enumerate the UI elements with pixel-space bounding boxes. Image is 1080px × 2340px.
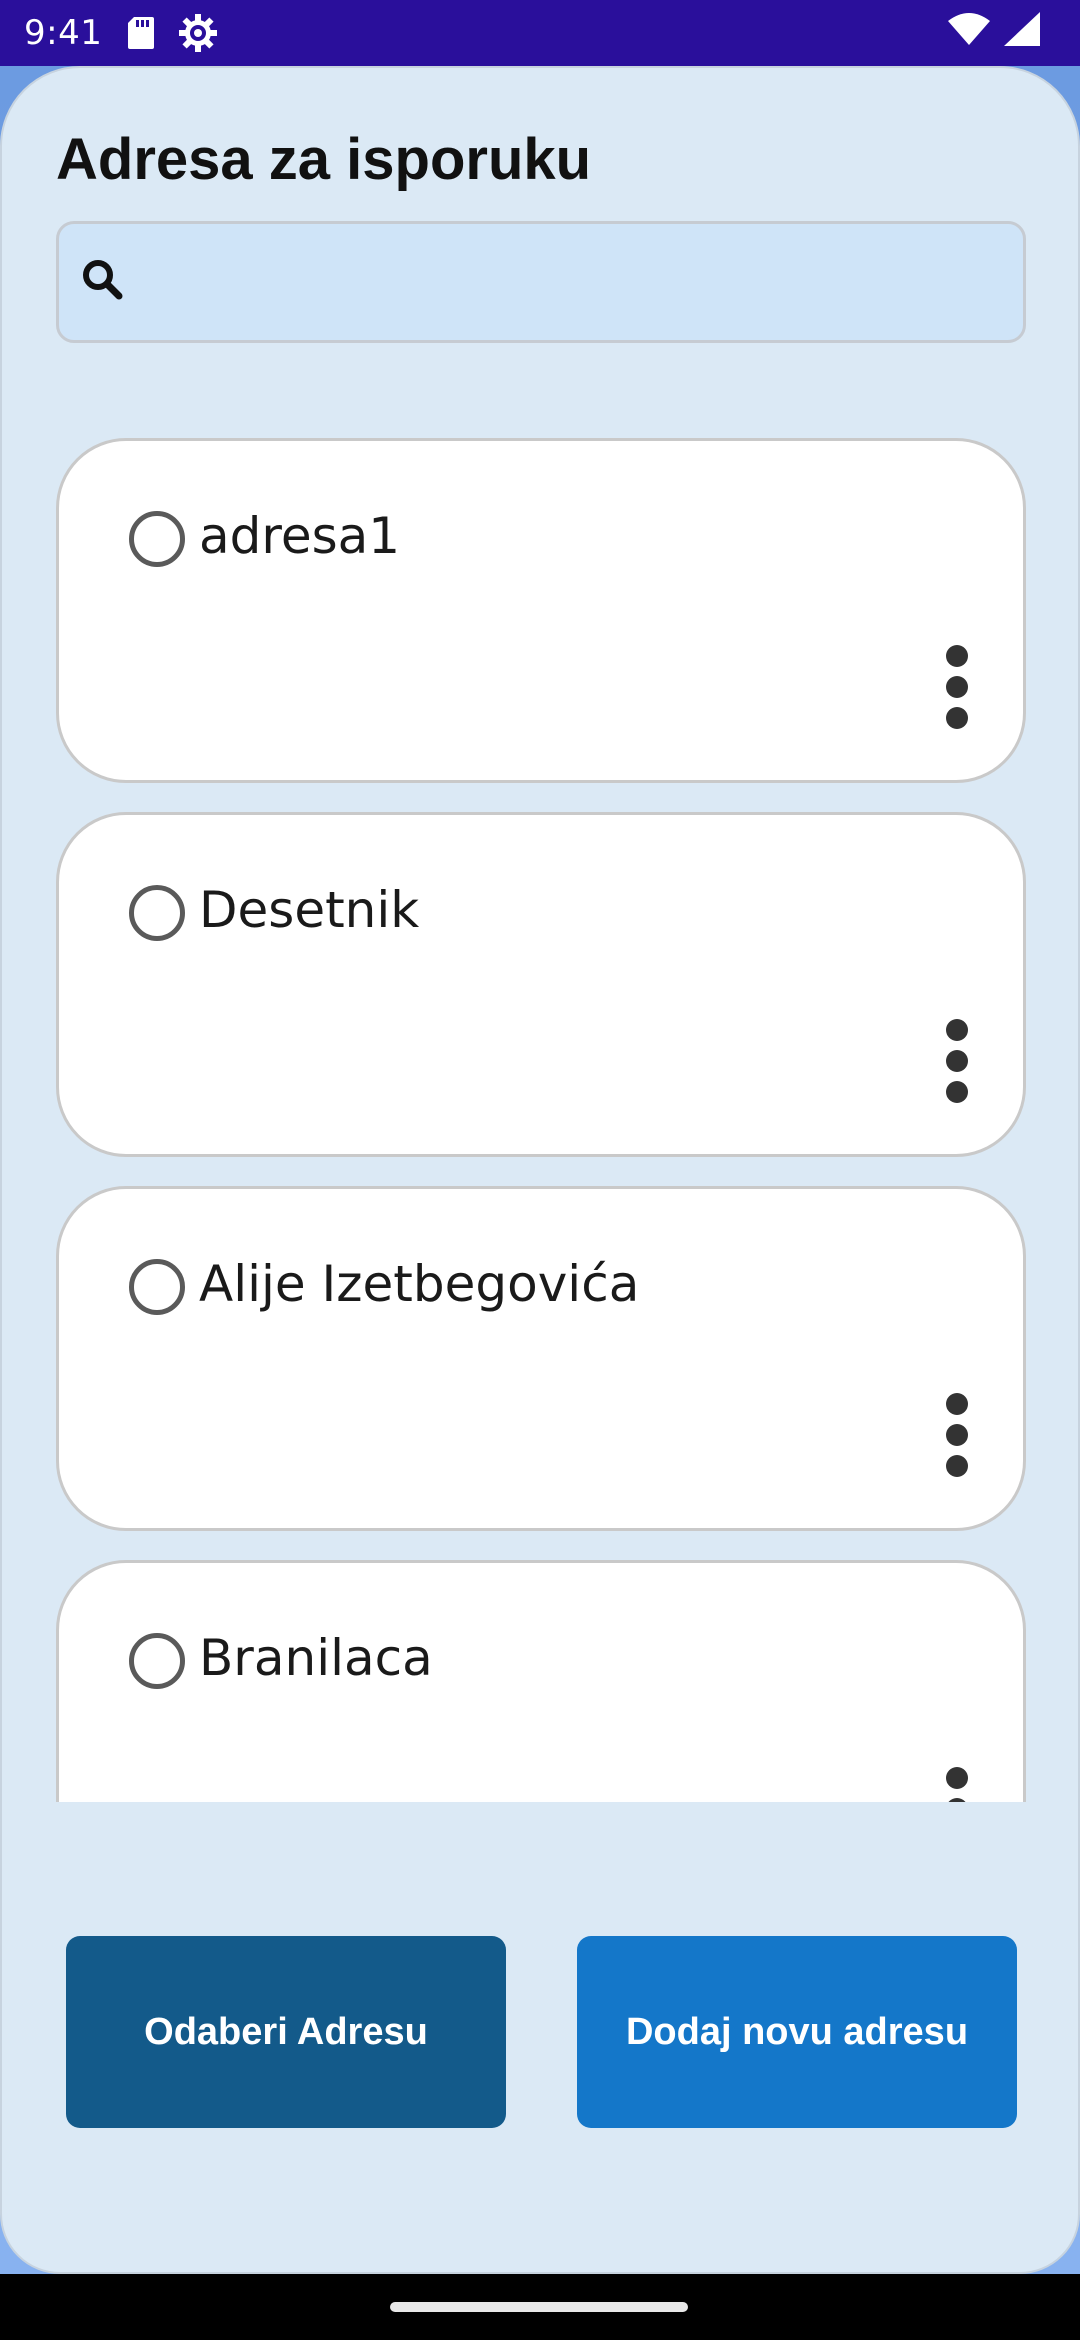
address-card[interactable]: Desetnik <box>56 812 1026 1157</box>
page-title: Adresa za isporuku <box>56 127 592 192</box>
search-box[interactable] <box>56 221 1026 343</box>
address-label: Desetnik <box>199 881 420 939</box>
address-label: Alije Izetbegovića <box>199 1255 640 1313</box>
more-options-icon[interactable] <box>937 1767 977 1802</box>
address-radio[interactable] <box>129 511 185 567</box>
address-card[interactable]: adresa1 <box>56 438 1026 783</box>
status-bar: 9:41 <box>0 0 1080 66</box>
more-options-icon[interactable] <box>937 1019 977 1103</box>
cell-signal-icon <box>1004 11 1040 55</box>
wifi-icon <box>948 12 990 54</box>
address-label: adresa1 <box>199 507 401 565</box>
search-input[interactable] <box>149 224 1009 340</box>
settings-gear-icon <box>178 13 218 53</box>
more-options-icon[interactable] <box>937 1393 977 1477</box>
status-time: 9:41 <box>24 13 103 53</box>
address-radio[interactable] <box>129 885 185 941</box>
address-sheet: Adresa za isporuku adresa1 Desetnik Alij… <box>0 66 1080 2274</box>
address-label: Branilaca <box>199 1629 433 1687</box>
home-handle[interactable] <box>390 2302 688 2312</box>
address-radio[interactable] <box>129 1633 185 1689</box>
more-options-icon[interactable] <box>937 645 977 729</box>
add-address-button[interactable]: Dodaj novu adresu <box>577 1936 1017 2128</box>
address-card[interactable]: Alije Izetbegovića <box>56 1186 1026 1531</box>
search-icon <box>81 258 125 306</box>
navigation-bar <box>0 2274 1080 2340</box>
sd-card-icon <box>128 17 155 49</box>
address-card[interactable]: Branilaca <box>56 1560 1026 1802</box>
address-list[interactable]: adresa1 Desetnik Alije Izetbegovića Bran… <box>2 438 1078 1802</box>
address-radio[interactable] <box>129 1259 185 1315</box>
select-address-button[interactable]: Odaberi Adresu <box>66 1936 506 2128</box>
